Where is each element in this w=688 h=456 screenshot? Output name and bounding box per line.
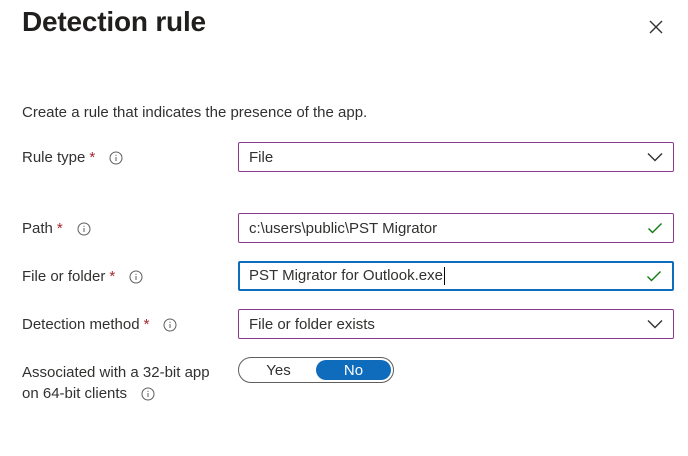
checkmark-icon [643,216,667,240]
info-icon[interactable] [77,222,91,236]
toggle-option-no[interactable]: No [316,360,391,380]
rule-type-value: File [249,148,274,166]
required-mark: * [56,220,63,237]
chevron-down-icon [643,145,667,169]
info-icon[interactable] [129,270,143,284]
associated-32bit-label-line1: Associated with a 32-bit app [22,364,210,381]
associated-32bit-toggle[interactable]: Yes No [238,357,394,383]
detection-method-dropdown[interactable]: File or folder exists [238,309,674,339]
info-icon[interactable] [109,151,123,165]
rule-type-label-row: Rule type * [22,148,123,167]
info-icon[interactable] [163,318,177,332]
file-or-folder-input[interactable]: PST Migrator for Outlook.exe [238,261,674,291]
panel-title: Detection rule [22,6,206,37]
associated-32bit-label: Associated with a 32-bit app on 64-bit c… [22,362,210,404]
file-or-folder-label: File or folder [22,268,106,285]
checkmark-icon [642,264,666,288]
toggle-option-yes[interactable]: Yes [241,360,316,380]
chevron-down-icon [643,312,667,336]
path-label: Path [22,220,53,237]
detection-method-label-row: Detection method * [22,315,177,334]
rule-type-label: Rule type [22,149,86,166]
detection-method-value: File or folder exists [249,315,375,333]
associated-32bit-label-line2: on 64-bit clients [22,385,128,402]
file-or-folder-value: PST Migrator for Outlook.exe [249,266,443,284]
associated-32bit-label-line2-row: on 64-bit clients [22,383,210,404]
detection-rule-panel: Detection rule Create a rule that indica… [0,0,688,456]
panel-description: Create a rule that indicates the presenc… [22,104,368,121]
text-cursor [443,267,445,286]
file-or-folder-text: PST Migrator for Outlook.exe [249,266,642,286]
info-icon[interactable] [141,387,155,401]
required-mark: * [109,268,116,285]
required-mark: * [143,316,150,333]
close-button[interactable] [646,17,666,37]
required-mark: * [89,149,96,166]
path-label-row: Path * [22,219,91,238]
rule-type-dropdown[interactable]: File [238,142,674,172]
path-value: c:\users\public\PST Migrator [249,219,438,237]
file-or-folder-label-row: File or folder * [22,267,143,286]
detection-method-label: Detection method [22,316,140,333]
close-icon [649,20,663,34]
path-input[interactable]: c:\users\public\PST Migrator [238,213,674,243]
